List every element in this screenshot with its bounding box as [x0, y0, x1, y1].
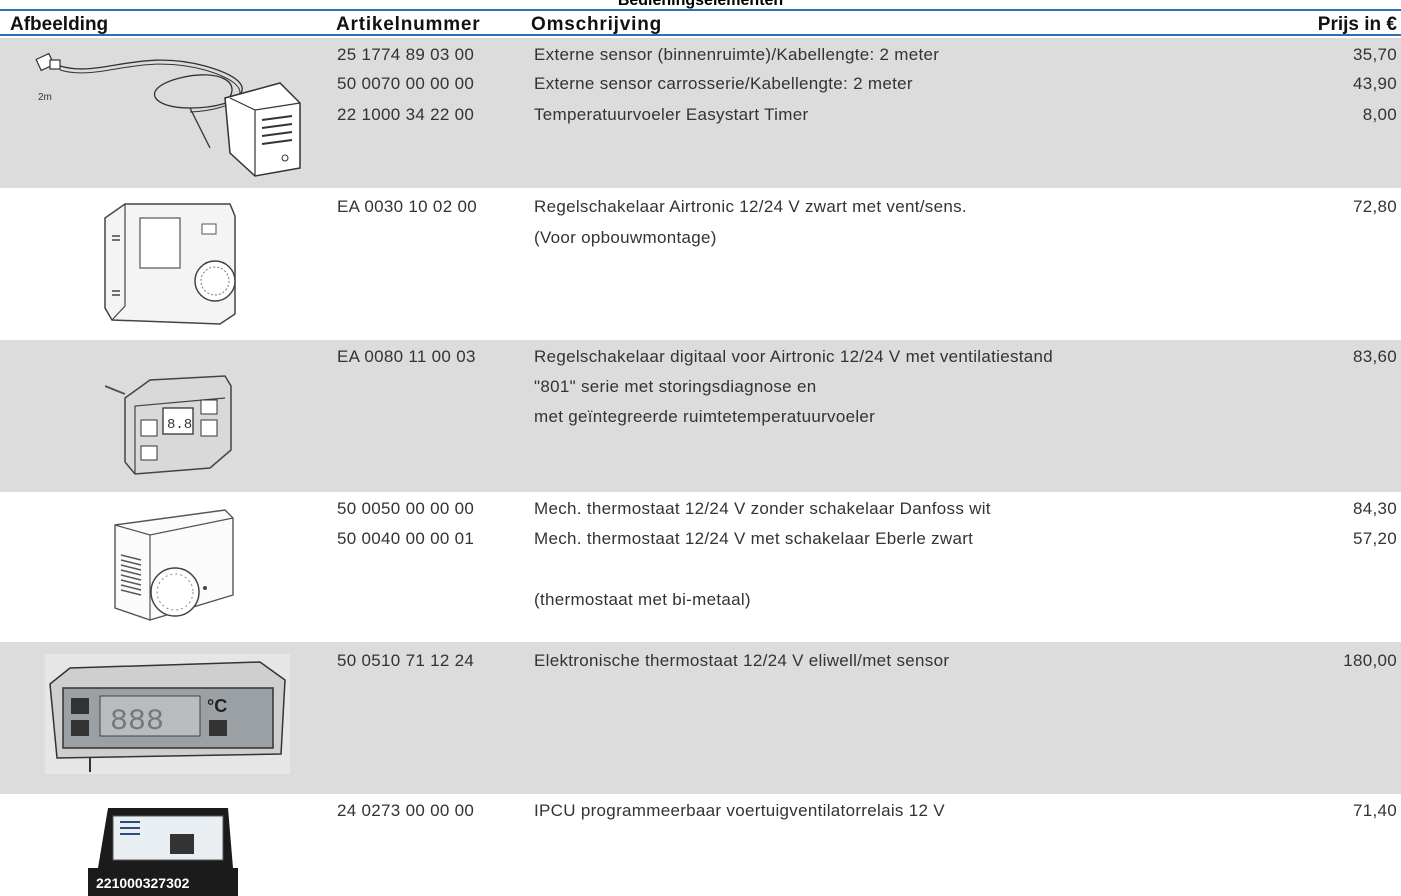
description: (Voor opbouwmontage) [534, 228, 717, 247]
header-afbeelding: Afbeelding [10, 14, 109, 35]
header-omschrijving: Omschrijving [531, 14, 663, 35]
header-prijs: Prijs in € [1317, 14, 1397, 35]
artikel-number: 22 1000 34 22 00 [337, 105, 475, 124]
ipcu-relay-image: 221000327302 [88, 808, 238, 896]
table-header: Afbeelding Artikelnummer Omschrijving Pr… [0, 9, 1401, 36]
control-switch-image [100, 196, 240, 326]
digital-control-switch-image: 8.8 [105, 350, 235, 480]
description: Externe sensor carrosserie/Kabellengte: … [534, 74, 913, 93]
price: 8,00 [1362, 105, 1397, 124]
description: Mech. thermostaat 12/24 V met schakelaar… [534, 529, 974, 548]
description: Mech. thermostaat 12/24 V zonder schakel… [534, 499, 991, 518]
electronic-thermostat-image: 888 °C [45, 654, 290, 774]
artikel-number: 50 0510 71 12 24 [337, 651, 475, 670]
artikel-number: 25 1774 89 03 00 [337, 45, 475, 64]
artikel-number: EA 0080 11 00 03 [337, 347, 476, 366]
svg-text:8.8: 8.8 [167, 417, 192, 433]
mechanical-thermostat-image [55, 500, 285, 630]
cable-length-label: 2m [38, 92, 52, 103]
serial-label: 221000327302 [96, 875, 190, 891]
price: 84,30 [1352, 499, 1397, 518]
price: 180,00 [1343, 651, 1397, 670]
svg-text:°C: °C [207, 696, 227, 716]
description: met geïntegreerde ruimtetemperatuurvoele… [534, 407, 876, 426]
table-row: 50 0050 00 00 00 50 0040 00 00 01 Mech. … [0, 492, 1401, 642]
description: "801" serie met storingsdiagnose en [534, 377, 817, 396]
description: Regelschakelaar digitaal voor Airtronic … [534, 347, 1054, 366]
artikel-number: 50 0050 00 00 00 [337, 499, 475, 518]
description: IPCU programmeerbaar voertuigventilatorr… [534, 801, 945, 820]
artikel-number: EA 0030 10 02 00 [337, 197, 477, 216]
description: Temperatuurvoeler Easystart Timer [534, 105, 809, 124]
table-row: 888 °C 50 0510 71 12 24 Elektronische th… [0, 642, 1401, 794]
description: Elektronische thermostaat 12/24 V eliwel… [534, 651, 950, 670]
table-row: 221000327302 24 0273 00 00 00 IPCU progr… [0, 794, 1401, 896]
description-note: (thermostaat met bi-metaal) [534, 590, 751, 609]
external-sensor-image: 2m [30, 48, 320, 178]
price: 83,60 [1352, 347, 1397, 366]
description: Externe sensor (binnenruimte)/Kabellengt… [534, 45, 940, 64]
artikel-number: 50 0070 00 00 00 [337, 74, 475, 93]
price: 72,80 [1352, 197, 1397, 216]
table-row: 2m 25 1774 89 03 00 50 0070 00 00 00 22 … [0, 38, 1401, 188]
table-row: EA 0030 10 02 00 Regelschakelaar Airtron… [0, 188, 1401, 340]
price: 35,70 [1352, 45, 1397, 64]
display-digits: 888 [110, 705, 164, 739]
price: 71,40 [1352, 801, 1397, 820]
artikel-number: 24 0273 00 00 00 [337, 801, 475, 820]
artikel-number: 50 0040 00 00 01 [337, 529, 475, 548]
description: Regelschakelaar Airtronic 12/24 V zwart … [534, 197, 967, 216]
price: 43,90 [1352, 74, 1397, 93]
header-artikelnummer: Artikelnummer [336, 14, 481, 35]
table-row: 8.8 EA 0080 11 00 03 Regelschakelaar dig… [0, 340, 1401, 492]
price: 57,20 [1352, 529, 1397, 548]
